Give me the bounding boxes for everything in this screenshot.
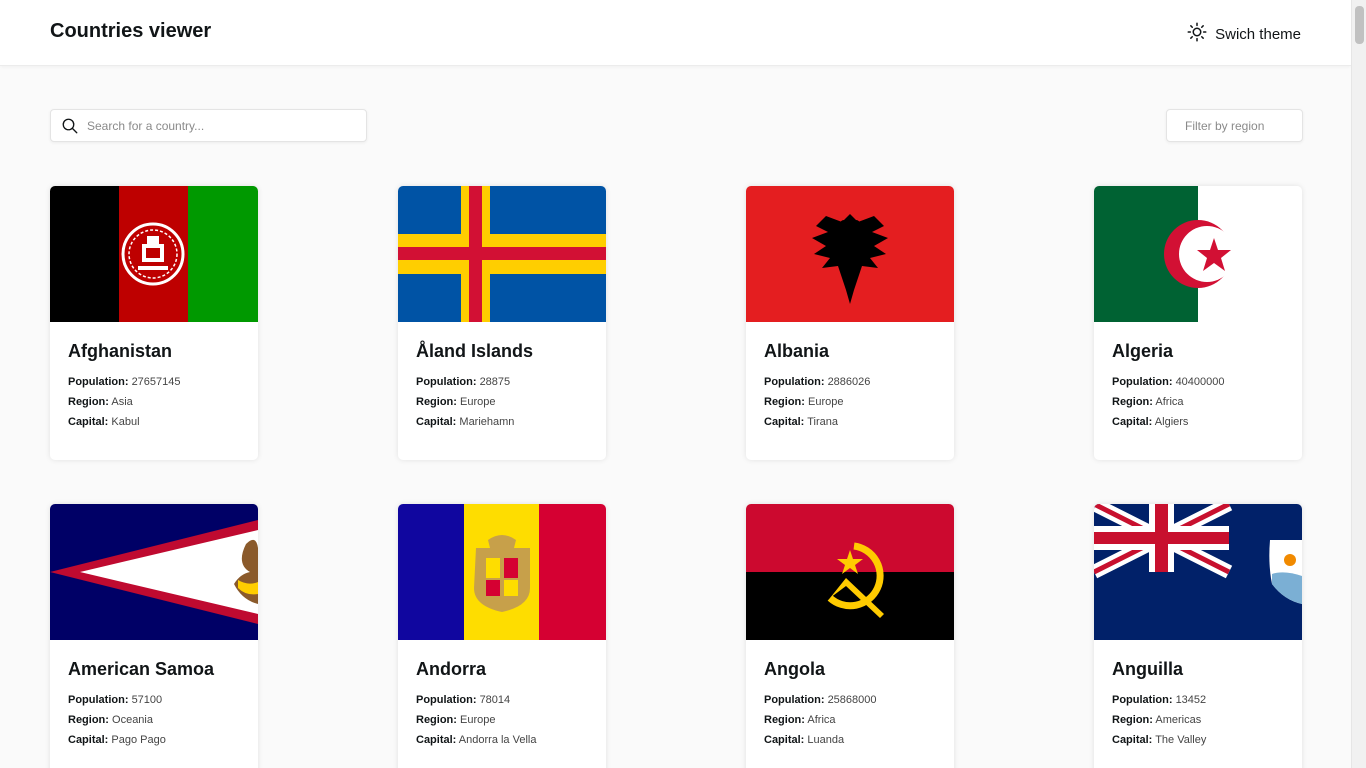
country-card-anguilla[interactable]: Anguilla Population: 13452 Region: Ameri… (1094, 504, 1302, 768)
country-name: Algeria (1112, 341, 1174, 361)
country-card-afghanistan[interactable]: Afghanistan Population: 27657145 Region:… (50, 186, 258, 460)
app-header: Countries viewer Swich theme (0, 0, 1351, 66)
aland-islands-flag (398, 186, 606, 322)
population-row: Population: 2886026 (764, 376, 871, 388)
region-filter-dropdown[interactable]: Filter by region (1166, 109, 1303, 142)
population-row: Population: 13452 (1112, 694, 1207, 706)
country-card-angola[interactable]: Angola Population: 25868000 Region: Afri… (746, 504, 954, 768)
capital-row: Capital: Luanda (764, 734, 845, 746)
population-row: Population: 27657145 (68, 376, 181, 388)
region-row: Region: Oceania (68, 714, 153, 726)
country-name: Albania (764, 341, 830, 361)
country-name: American Samoa (68, 659, 215, 679)
region-row: Region: Europe (764, 396, 844, 408)
american-samoa-flag (50, 504, 258, 640)
capital-row: Capital: The Valley (1112, 734, 1207, 746)
capital-row: Capital: Algiers (1112, 416, 1189, 428)
population-row: Population: 40400000 (1112, 376, 1225, 388)
country-card-algeria[interactable]: Algeria Population: 40400000 Region: Afr… (1094, 186, 1302, 460)
region-row: Region: Asia (68, 396, 133, 408)
population-row: Population: 25868000 (764, 694, 877, 706)
scrollbar-thumb[interactable] (1355, 6, 1364, 44)
region-row: Region: Africa (1112, 396, 1184, 408)
country-card-american-samoa[interactable]: American Samoa Population: 57100 Region:… (50, 504, 258, 768)
capital-row: Capital: Pago Pago (68, 734, 166, 746)
region-row: Region: Americas (1112, 714, 1202, 726)
search-input[interactable] (87, 116, 357, 136)
albania-flag (746, 186, 954, 322)
theme-toggle-button[interactable]: Swich theme (1187, 22, 1301, 46)
country-name: Andorra (416, 659, 487, 679)
algeria-flag (1094, 186, 1302, 322)
country-name: Afghanistan (68, 341, 173, 361)
afghanistan-flag (50, 186, 258, 322)
app-title: Countries viewer (50, 20, 212, 42)
region-row: Region: Africa (764, 714, 836, 726)
search-box[interactable] (50, 109, 367, 142)
country-name: Angola (764, 659, 825, 679)
country-card-aland-islands[interactable]: Åland Islands Population: 28875 Region: … (398, 186, 606, 460)
population-row: Population: 28875 (416, 376, 511, 388)
theme-toggle-label: Swich theme (1215, 25, 1301, 43)
capital-row: Capital: Andorra la Vella (416, 734, 537, 746)
andorra-flag (398, 504, 606, 640)
country-name: Åland Islands (416, 341, 534, 361)
capital-row: Capital: Tirana (764, 416, 838, 428)
country-name: Anguilla (1112, 659, 1183, 679)
capital-row: Capital: Mariehamn (416, 416, 515, 428)
region-row: Region: Europe (416, 396, 496, 408)
angola-flag (746, 504, 954, 640)
population-row: Population: 78014 (416, 694, 511, 706)
capital-row: Capital: Kabul (68, 416, 140, 428)
page-scrollbar[interactable] (1351, 0, 1366, 768)
anguilla-flag (1094, 504, 1302, 640)
population-row: Population: 57100 (68, 694, 163, 706)
country-card-andorra[interactable]: Andorra Population: 78014 Region: Europe… (398, 504, 606, 768)
region-row: Region: Europe (416, 714, 496, 726)
sun-icon (1187, 22, 1207, 46)
country-card-albania[interactable]: Albania Population: 2886026 Region: Euro… (746, 186, 954, 460)
